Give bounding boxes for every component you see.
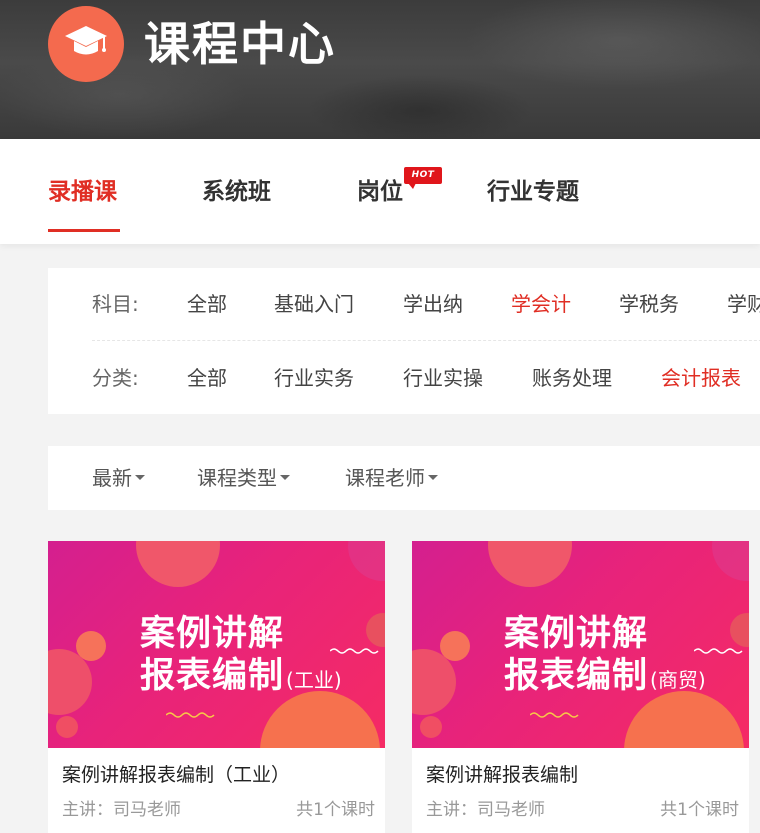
graduation-cap-icon: [63, 22, 109, 66]
sort-course-type-label: 课程类型: [197, 466, 277, 490]
sort-latest-dropdown[interactable]: 最新: [92, 463, 145, 493]
category-option-all[interactable]: 全部: [187, 364, 227, 392]
category-option-industry-practice[interactable]: 行业实务: [274, 364, 354, 392]
subject-option-all[interactable]: 全部: [187, 290, 227, 318]
course-teacher: 主讲：司马老师: [426, 800, 545, 820]
tab-industry-topics[interactable]: 行业专题: [487, 174, 579, 210]
hot-badge: HOT: [404, 167, 442, 189]
subject-option-finance[interactable]: 学财: [727, 290, 760, 318]
squiggle-decoration: [330, 648, 379, 654]
sort-teacher-dropdown[interactable]: 课程老师: [345, 463, 438, 493]
course-lesson-count: 共1个课时: [296, 800, 375, 820]
sort-latest-label: 最新: [92, 466, 132, 490]
page-banner: 课程中心: [0, 0, 760, 139]
category-option-financial-statements[interactable]: 会计报表: [661, 364, 741, 392]
caret-down-icon: [135, 475, 145, 480]
squiggle-decoration: [166, 712, 215, 718]
caret-down-icon: [280, 475, 290, 480]
tab-system-class[interactable]: 系统班: [202, 174, 271, 210]
category-filter-row: 分类: 全部 行业实务 行业实操 账务处理 会计报表: [92, 342, 760, 414]
course-thumbnail: 案例讲解 报表编制 (商贸): [412, 541, 749, 748]
course-title[interactable]: 案例讲解报表编制: [426, 761, 578, 789]
thumbnail-title-line2-text: 报表编制: [504, 656, 649, 696]
subject-filter-label: 科目:: [92, 292, 139, 316]
subject-option-tax[interactable]: 学税务: [619, 290, 679, 318]
sort-course-type-dropdown[interactable]: 课程类型: [197, 463, 290, 493]
thumbnail-title-line2-text: 报表编制: [140, 656, 285, 696]
course-card[interactable]: 案例讲解 报表编制 (工业) 案例讲解报表编制（工业） 主讲：司马老师 共1个课时: [48, 541, 385, 833]
squiggle-decoration: [694, 648, 743, 654]
page-title: 课程中心: [144, 17, 336, 71]
active-tab-indicator: [48, 229, 120, 232]
sort-teacher-label: 课程老师: [345, 466, 425, 490]
squiggle-decoration: [530, 712, 579, 718]
course-title[interactable]: 案例讲解报表编制（工业）: [62, 761, 290, 789]
thumbnail-title-line2: 报表编制 (商贸): [504, 647, 706, 698]
subject-filter-row: 科目: 全部 基础入门 学出纳 学会计 学税务 学财: [92, 268, 760, 341]
tab-position[interactable]: 岗位: [357, 174, 403, 210]
course-thumbnail: 案例讲解 报表编制 (工业): [48, 541, 385, 748]
course-card[interactable]: 案例讲解 报表编制 (商贸) 案例讲解报表编制 主讲：司马老师 共1个课时: [412, 541, 749, 833]
course-tabs: 录播课 系统班 岗位 行业专题: [0, 139, 760, 244]
thumbnail-tag: (工业): [286, 668, 342, 692]
thumbnail-title-line2: 报表编制 (工业): [140, 647, 342, 698]
subject-option-accounting[interactable]: 学会计: [511, 290, 571, 318]
banner-logo: [48, 6, 124, 82]
category-option-bookkeeping[interactable]: 账务处理: [532, 364, 612, 392]
sort-bar: 最新 课程类型 课程老师: [48, 446, 760, 510]
subject-option-cashier[interactable]: 学出纳: [403, 290, 463, 318]
filter-panel: 科目: 全部 基础入门 学出纳 学会计 学税务 学财 分类: 全部 行业实务 行…: [48, 268, 760, 414]
course-teacher: 主讲：司马老师: [62, 800, 181, 820]
subject-option-basics[interactable]: 基础入门: [274, 290, 354, 318]
course-lesson-count: 共1个课时: [660, 800, 739, 820]
caret-down-icon: [428, 475, 438, 480]
thumbnail-tag: (商贸): [650, 668, 706, 692]
category-filter-label: 分类:: [92, 366, 139, 390]
category-option-industry-operation[interactable]: 行业实操: [403, 364, 483, 392]
tab-recorded[interactable]: 录播课: [48, 174, 117, 210]
